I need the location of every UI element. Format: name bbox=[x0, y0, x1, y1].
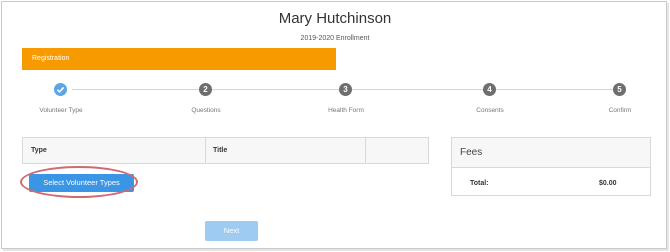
step-2-circle[interactable]: 2 bbox=[199, 83, 212, 96]
enrollment-subtitle: 2019-2020 Enrollment bbox=[300, 35, 370, 42]
step-connector bbox=[496, 89, 613, 90]
select-volunteer-types-button[interactable]: Select Volunteer Types bbox=[29, 174, 134, 192]
step-connector bbox=[212, 89, 339, 90]
next-button[interactable]: Next bbox=[205, 221, 258, 241]
step-connector bbox=[352, 89, 483, 90]
column-divider bbox=[205, 138, 206, 164]
volunteer-types-table: Type Title bbox=[22, 137, 429, 164]
fees-header: Fees bbox=[452, 138, 650, 168]
step-1-label: Volunteer Type bbox=[39, 107, 83, 114]
column-header-title: Title bbox=[213, 147, 228, 154]
step-5-circle[interactable]: 5 bbox=[613, 83, 626, 96]
step-3-label: Health Form bbox=[328, 107, 364, 114]
step-5-label: Confirm bbox=[608, 107, 632, 114]
registration-label: Registration bbox=[32, 55, 70, 62]
fees-title: Fees bbox=[460, 147, 483, 158]
step-1-checkmark-icon[interactable] bbox=[54, 83, 67, 96]
column-divider bbox=[365, 138, 366, 164]
total-value: $0.00 bbox=[599, 180, 617, 187]
step-4-circle[interactable]: 4 bbox=[483, 83, 496, 96]
column-header-type: Type bbox=[31, 147, 47, 154]
step-4-label: Consents bbox=[476, 107, 504, 114]
step-2-label: Questions bbox=[191, 107, 221, 114]
fees-panel: Fees Total: $0.00 bbox=[451, 137, 651, 196]
total-label: Total: bbox=[470, 180, 489, 187]
step-3-circle[interactable]: 3 bbox=[339, 83, 352, 96]
page-title: Mary Hutchinson bbox=[278, 10, 392, 27]
step-connector bbox=[72, 89, 199, 90]
registration-bar: Registration bbox=[22, 48, 336, 70]
